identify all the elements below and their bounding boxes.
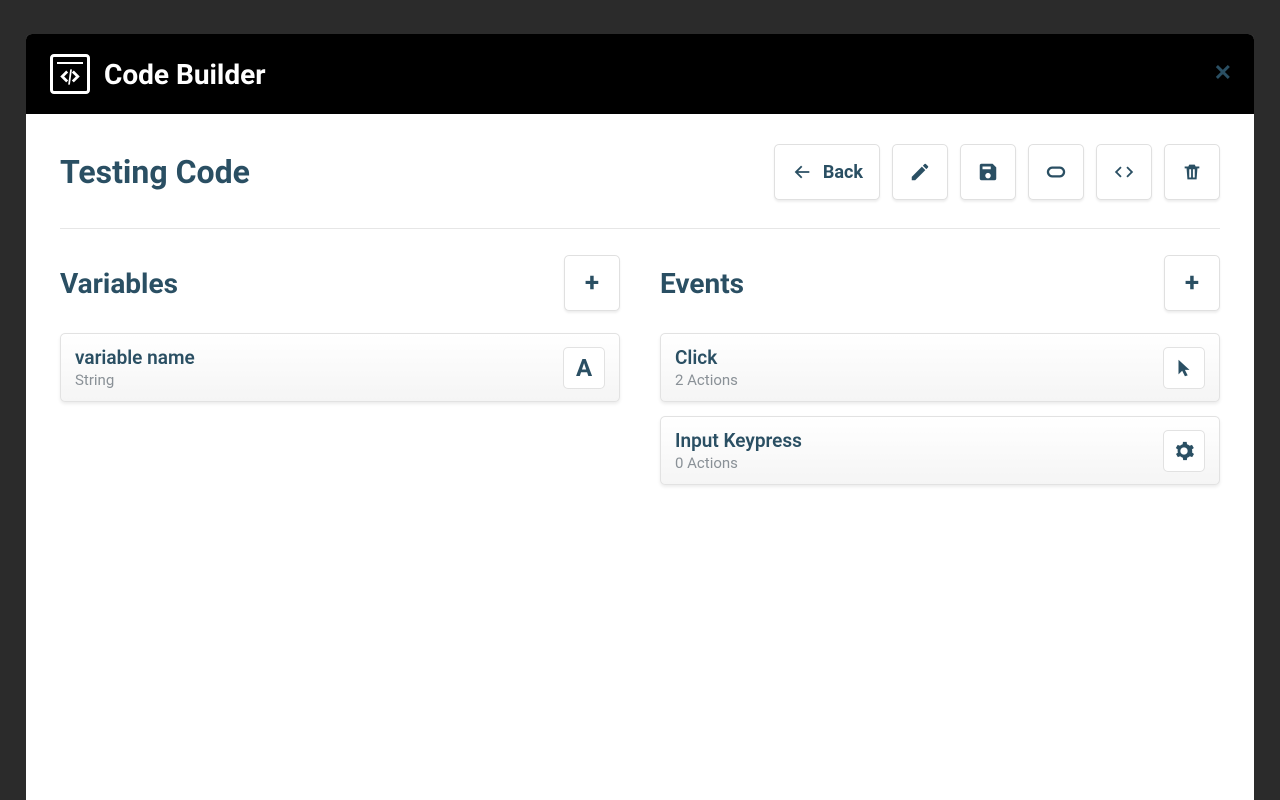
add-event-button[interactable]: + <box>1164 255 1220 311</box>
event-card[interactable]: Click 2 Actions <box>660 333 1220 402</box>
variables-heading: Variables <box>60 267 178 300</box>
app-title: Code Builder <box>104 58 265 91</box>
events-column: Events + Click 2 Actions <box>660 255 1220 499</box>
variable-type-badge: A <box>563 347 605 389</box>
cursor-icon <box>1173 357 1195 379</box>
edit-icon <box>909 161 931 183</box>
variables-header: Variables + <box>60 255 620 311</box>
add-variable-button[interactable]: + <box>564 255 620 311</box>
top-row: Testing Code Back <box>60 144 1220 229</box>
panel: Code Builder ✕ Testing Code Back <box>26 34 1254 800</box>
event-info: Click 2 Actions <box>675 346 738 389</box>
events-header: Events + <box>660 255 1220 311</box>
event-card[interactable]: Input Keypress 0 Actions <box>660 416 1220 485</box>
event-icon-badge <box>1163 347 1205 389</box>
plus-icon: + <box>1185 270 1199 296</box>
variable-card[interactable]: variable name String A <box>60 333 620 402</box>
code-icon <box>1113 161 1135 183</box>
delete-button[interactable] <box>1164 144 1220 200</box>
trash-icon <box>1181 161 1203 183</box>
arrow-left-icon <box>791 161 813 183</box>
event-subtitle: 0 Actions <box>675 454 802 472</box>
code-builder-logo-icon <box>50 54 90 94</box>
close-icon[interactable]: ✕ <box>1214 63 1232 85</box>
save-button[interactable] <box>960 144 1016 200</box>
columns: Variables + variable name String A Event… <box>60 255 1220 499</box>
page-title: Testing Code <box>60 153 250 191</box>
event-name: Input Keypress <box>675 429 802 452</box>
plus-icon: + <box>585 270 599 296</box>
event-name: Click <box>675 346 738 369</box>
panel-header: Code Builder ✕ <box>26 34 1254 114</box>
variable-type: String <box>75 371 195 389</box>
back-button-label: Back <box>823 162 863 183</box>
back-button[interactable]: Back <box>774 144 880 200</box>
body: Testing Code Back <box>26 114 1254 800</box>
events-heading: Events <box>660 267 744 300</box>
save-icon <box>977 161 999 183</box>
toggle-button[interactable] <box>1028 144 1084 200</box>
event-icon-badge <box>1163 430 1205 472</box>
variables-column: Variables + variable name String A <box>60 255 620 499</box>
toolbar: Back <box>774 144 1220 200</box>
edit-button[interactable] <box>892 144 948 200</box>
toggle-icon <box>1045 161 1067 183</box>
event-subtitle: 2 Actions <box>675 371 738 389</box>
variable-name: variable name <box>75 346 195 369</box>
gear-icon <box>1173 440 1195 462</box>
code-button[interactable] <box>1096 144 1152 200</box>
event-info: Input Keypress 0 Actions <box>675 429 802 472</box>
variable-info: variable name String <box>75 346 195 389</box>
